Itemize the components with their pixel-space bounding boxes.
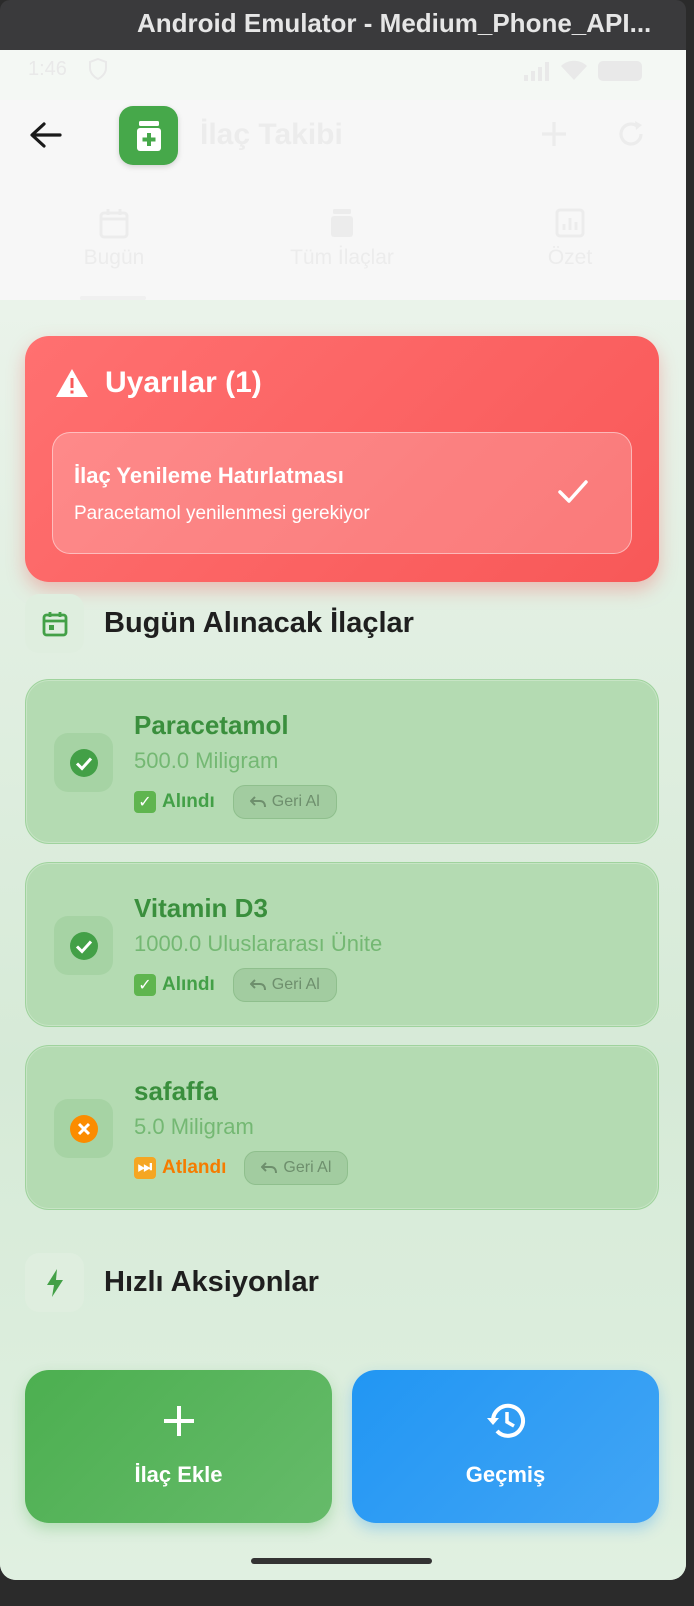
status-time: 1:46 xyxy=(28,58,67,80)
home-indicator[interactable] xyxy=(251,1558,432,1564)
undo-icon xyxy=(249,979,266,991)
check-icon[interactable] xyxy=(555,473,591,509)
emulator-title-bar: Android Emulator - Medium_Phone_API... xyxy=(0,0,686,50)
tab-label: Tüm İlaçlar xyxy=(290,246,394,269)
add-medication-label: İlaç Ekle xyxy=(134,1462,223,1487)
history-label: Geçmiş xyxy=(465,1462,546,1487)
battery-icon xyxy=(598,61,642,81)
status-label: Alındı xyxy=(162,791,215,812)
add-medication-button[interactable]: İlaç Ekle xyxy=(25,1370,332,1523)
skip-emoji-icon: ⏭ xyxy=(134,1157,156,1179)
status-icons xyxy=(522,60,642,82)
medication-card[interactable]: Paracetamol 500.0 Miligram ✓ Alındı Geri… xyxy=(25,679,659,844)
shield-icon xyxy=(88,57,108,86)
today-section-title: Bugün Alınacak İlaçlar xyxy=(104,607,414,639)
undo-icon xyxy=(261,1162,278,1174)
flash-icon xyxy=(46,1268,63,1297)
refresh-icon xyxy=(619,121,643,146)
app-title: İlaç Takibi xyxy=(200,118,343,151)
status-icon-box xyxy=(54,1099,113,1158)
alert-item-subtitle: Paracetamol yenilenmesi gerekiyor xyxy=(74,503,370,524)
section-icon-box xyxy=(25,594,84,653)
tab-label: Bugün xyxy=(83,246,145,269)
section-icon-box xyxy=(25,1253,84,1312)
cancel-circle-icon xyxy=(69,1114,98,1143)
status-bar: 1:46 xyxy=(28,57,642,88)
check-mark-emoji-icon: ✓ xyxy=(134,974,156,996)
tab-all-medications[interactable]: Tüm İlaçlar xyxy=(228,200,456,300)
app-bar xyxy=(0,100,686,200)
status-label: Alındı xyxy=(162,974,215,995)
medication-name: Paracetamol xyxy=(134,710,289,740)
history-icon xyxy=(486,1403,525,1438)
tab-summary[interactable]: Özet xyxy=(456,200,684,300)
app-logo xyxy=(119,106,178,165)
medication-dose: 500.0 Miligram xyxy=(134,748,279,773)
medication-status: ⏭ Atlandı Geri Al xyxy=(134,1151,349,1185)
undo-button[interactable]: Geri Al xyxy=(244,1151,349,1185)
medication-icon xyxy=(331,209,353,237)
alerts-card: Uyarılar (1) İlaç Yenileme Hatırlatması … xyxy=(25,336,659,582)
tab-today[interactable]: Bugün xyxy=(0,200,228,300)
status-icon-box xyxy=(54,916,113,975)
medication-dose: 1000.0 Uluslararası Ünite xyxy=(134,931,383,956)
medication-icon xyxy=(136,120,161,151)
tab-indicator xyxy=(80,296,146,300)
medication-card[interactable]: safaffa 5.0 Miligram ⏭ Atlandı Geri Al xyxy=(25,1045,659,1210)
status-icon-box xyxy=(54,733,113,792)
undo-icon xyxy=(249,796,266,808)
medication-name: Vitamin D3 xyxy=(134,893,268,923)
tab-bar: Bugün Tüm İlaçlar Özet xyxy=(0,200,686,300)
medication-dose: 5.0 Miligram xyxy=(134,1114,254,1139)
calendar-icon xyxy=(42,611,67,636)
calendar-icon xyxy=(99,209,129,239)
back-button[interactable] xyxy=(26,116,64,154)
analytics-icon xyxy=(555,208,585,238)
wifi-icon xyxy=(561,60,587,80)
alert-item-title: İlaç Yenileme Hatırlatması xyxy=(74,463,344,488)
quick-actions-title: Hızlı Aksiyonlar xyxy=(104,1266,319,1298)
undo-button[interactable]: Geri Al xyxy=(232,785,337,819)
undo-button[interactable]: Geri Al xyxy=(232,968,337,1002)
add-icon xyxy=(542,122,566,146)
status-label: Atlandı xyxy=(162,1157,227,1178)
phone-screen: 1:46 İlaç Takibi Bugün Tüm İlaçlar Özet … xyxy=(0,50,686,1580)
alert-item[interactable]: İlaç Yenileme Hatırlatması Paracetamol y… xyxy=(52,432,632,554)
tab-label: Özet xyxy=(547,246,593,269)
add-icon xyxy=(163,1406,194,1436)
undo-label: Geri Al xyxy=(271,976,320,993)
medication-card[interactable]: Vitamin D3 1000.0 Uluslararası Ünite ✓ A… xyxy=(25,862,659,1027)
alerts-header: Uyarılar (1) xyxy=(55,366,262,400)
quick-actions-header: Hızlı Aksiyonlar xyxy=(25,1253,319,1312)
check-circle-icon xyxy=(69,748,98,777)
alerts-title: Uyarılar (1) xyxy=(105,366,262,399)
today-section-header: Bugün Alınacak İlaçlar xyxy=(25,594,414,653)
check-circle-icon xyxy=(69,931,98,960)
warning-icon xyxy=(56,369,88,397)
undo-label: Geri Al xyxy=(271,793,320,810)
medication-status: ✓ Alındı Geri Al xyxy=(134,968,337,1002)
undo-label: Geri Al xyxy=(283,1159,332,1176)
signal-icon xyxy=(524,62,549,81)
history-button[interactable]: Geçmiş xyxy=(352,1370,659,1523)
check-mark-emoji-icon: ✓ xyxy=(134,791,156,813)
medication-status: ✓ Alındı Geri Al xyxy=(134,785,337,819)
medication-name: safaffa xyxy=(134,1076,218,1106)
add-button[interactable] xyxy=(537,118,571,152)
refresh-button[interactable] xyxy=(614,118,648,152)
